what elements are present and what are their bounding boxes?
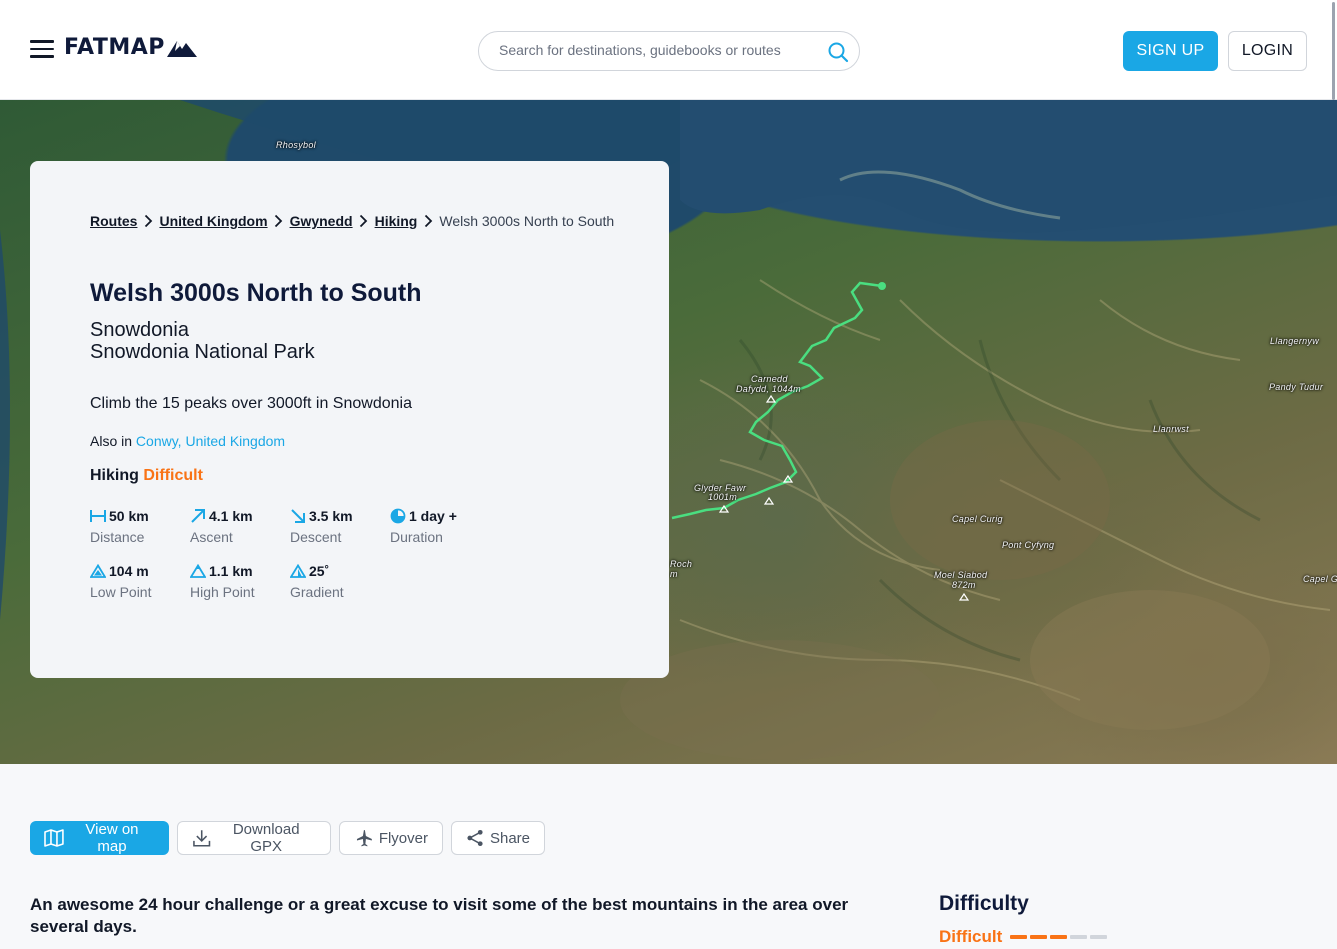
route-region: Snowdonia	[90, 319, 189, 341]
gradient-icon	[290, 564, 306, 578]
stat-high-point: 1.1 km High Point	[190, 562, 290, 600]
difficulty-bar-empty	[1070, 935, 1088, 939]
flyover-label: Flyover	[378, 829, 428, 847]
flyover-button[interactable]: Flyover	[339, 821, 443, 855]
route-park: Snowdonia National Park	[90, 341, 315, 363]
route-info-card: Routes United Kingdom Gwynedd Hiking Welsh 3…	[30, 161, 669, 678]
stat-duration-value: 1 day +	[409, 508, 457, 524]
stat-high-point-value: 1.1 km	[209, 563, 253, 579]
stat-gradient: 25˚ Gradient	[290, 562, 390, 600]
route-title: Welsh 3000s North to South	[90, 279, 422, 307]
breadcrumb-gwynedd[interactable]: Gwynedd	[290, 213, 353, 229]
map-label-pont-cyfyng: Pont Cyfyng	[1002, 540, 1055, 550]
logo-text: FATMAP	[64, 35, 165, 60]
view-on-map-label: View on map	[85, 821, 139, 855]
difficulty-label: Difficult	[143, 467, 203, 484]
map-label-capel-g: Capel G	[1303, 574, 1337, 584]
share-button[interactable]: Share	[451, 821, 545, 855]
chevron-right-icon	[137, 209, 159, 233]
mountain-logo-icon	[166, 40, 197, 57]
stat-distance-value: 50 km	[109, 508, 149, 524]
stat-duration-label: Duration	[390, 529, 443, 545]
stat-descent: 3.5 km Descent	[290, 507, 390, 545]
stat-distance: 50 km Distance	[90, 507, 190, 545]
share-label: Share	[489, 829, 530, 847]
also-in-link[interactable]: Conwy, United Kingdom	[136, 433, 285, 449]
map-label-pandy-tudur: Pandy Tudur	[1269, 382, 1324, 392]
stat-distance-label: Distance	[90, 529, 145, 545]
clock-icon	[390, 508, 406, 524]
difficulty-bar-filled	[1050, 935, 1068, 939]
search-bar[interactable]	[478, 31, 860, 71]
breadcrumb-routes[interactable]: Routes	[90, 213, 137, 229]
map-label-glyder-fawr-elevation: 1001m	[708, 492, 738, 502]
map-label-rhosybol: Rhosybol	[276, 140, 316, 150]
map-label-moel-siabod: Moel Siabod	[934, 570, 988, 580]
stat-descent-value: 3.5 km	[309, 508, 353, 524]
activity-difficulty: Hiking Difficult	[90, 467, 203, 485]
route-overview-lead: An awesome 24 hour challenge or a great …	[30, 895, 849, 936]
difficulty-heading: Difficulty	[939, 892, 1029, 915]
mountain-low-icon	[90, 564, 106, 578]
stat-gradient-label: Gradient	[290, 584, 344, 600]
fatmap-logo[interactable]: FATMAP	[64, 35, 197, 60]
stat-descent-label: Descent	[290, 529, 342, 545]
stat-ascent: 4.1 km Ascent	[190, 507, 290, 545]
difficulty-value: Difficult	[939, 927, 1003, 946]
map-label-capel-curig: Capel Curig	[952, 514, 1003, 524]
mountain-high-icon	[190, 564, 206, 578]
also-in-label: Also in	[90, 433, 133, 449]
stat-low-point-value: 104 m	[109, 563, 149, 579]
chevron-right-icon	[268, 209, 290, 233]
map-label-carnedd-elevation: Dafydd, 1044m	[736, 384, 801, 394]
ascent-arrow-icon	[191, 509, 205, 523]
stat-ascent-label: Ascent	[190, 529, 233, 545]
plane-icon	[356, 830, 372, 847]
activity-type: Hiking	[90, 467, 139, 484]
also-in: Also in Conwy, United Kingdom	[90, 433, 285, 449]
login-button[interactable]: LOGIN	[1228, 31, 1307, 71]
difficulty-rating: Difficult	[939, 927, 1110, 947]
stat-gradient-value: 25˚	[309, 563, 330, 579]
descent-arrow-icon	[291, 509, 305, 523]
map-label-moel-siabod-elevation: 872m	[952, 580, 976, 590]
stat-high-point-label: High Point	[190, 584, 255, 600]
map-label-carnedd: Carnedd	[751, 374, 788, 384]
search-icon[interactable]	[827, 41, 849, 63]
download-gpx-button[interactable]: Download GPX	[177, 821, 331, 855]
stat-ascent-value: 4.1 km	[209, 508, 253, 524]
view-on-map-button[interactable]: View on map	[30, 821, 169, 855]
breadcrumb-current: Welsh 3000s North to South	[439, 213, 615, 229]
search-input[interactable]	[499, 42, 809, 58]
breadcrumb: Routes United Kingdom Gwynedd Hiking Welsh 3…	[90, 209, 620, 233]
difficulty-bar-filled	[1010, 935, 1028, 939]
breadcrumb-united-kingdom[interactable]: United Kingdom	[159, 213, 267, 229]
site-header: FATMAP SIGN UP LOGIN	[0, 0, 1337, 100]
map-label-llangernyw: Llangernyw	[1270, 336, 1320, 346]
map-label-roch: Roch	[670, 559, 693, 569]
breadcrumb-hiking[interactable]: Hiking	[375, 213, 418, 229]
stat-low-point-label: Low Point	[90, 584, 152, 600]
difficulty-bar-empty	[1090, 935, 1108, 939]
stat-duration: 1 day + Duration	[390, 507, 490, 545]
route-details-section: View on map Download GPX Flyover Share A…	[0, 764, 1337, 949]
map-icon	[44, 829, 64, 847]
page-scrollbar[interactable]	[1332, 2, 1335, 100]
distance-icon	[90, 510, 106, 522]
chevron-right-icon	[417, 209, 439, 233]
sign-up-button[interactable]: SIGN UP	[1123, 31, 1218, 71]
map-label-roch-elevation: m	[670, 569, 678, 579]
share-icon	[467, 829, 483, 847]
difficulty-bars	[1010, 935, 1110, 939]
stat-low-point: 104 m Low Point	[90, 562, 190, 600]
download-gpx-label: Download GPX	[232, 821, 300, 855]
route-description: Climb the 15 peaks over 3000ft in Snowdo…	[90, 395, 412, 412]
download-icon	[193, 830, 211, 847]
difficulty-bar-filled	[1030, 935, 1048, 939]
hamburger-menu-icon[interactable]	[30, 40, 54, 58]
chevron-right-icon	[353, 209, 375, 233]
map-label-llanrwst: Llanrwst	[1153, 424, 1189, 434]
